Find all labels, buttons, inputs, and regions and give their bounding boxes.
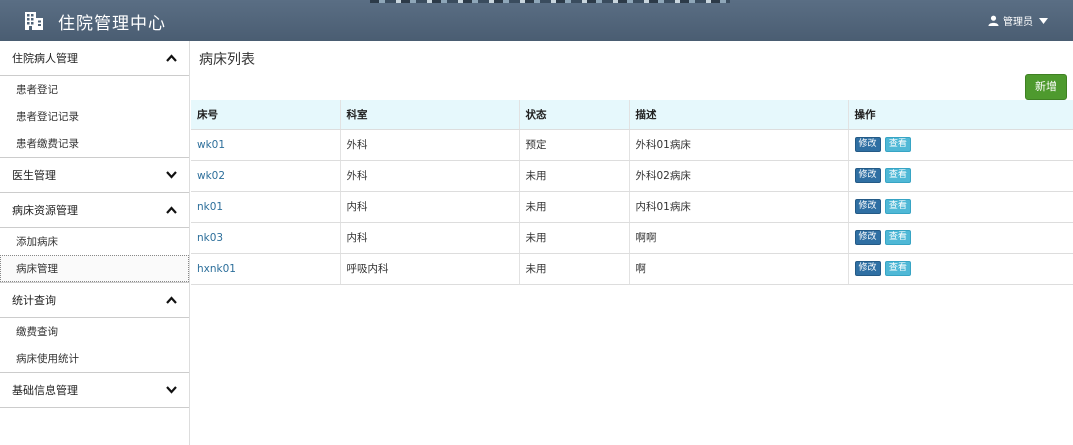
edit-button[interactable]: 修改 — [854, 199, 881, 214]
dept-cell: 外科 — [340, 159, 520, 192]
edit-button[interactable]: 修改 — [854, 168, 881, 183]
sidebar-group-statistics[interactable]: 统计查询 — [0, 283, 189, 318]
view-button[interactable]: 查看 — [884, 261, 911, 276]
sidebar-item-payment-records[interactable]: 患者缴费记录 — [0, 130, 189, 157]
sidebar-item-register-records[interactable]: 患者登记记录 — [0, 103, 189, 130]
status-cell: 未用 — [519, 190, 630, 223]
sidebar-item-label: 患者缴费记录 — [16, 138, 79, 150]
sidebar-item-label: 缴费查询 — [16, 326, 58, 338]
view-button[interactable]: 查看 — [884, 230, 911, 245]
dept-cell: 呼吸内科 — [340, 252, 520, 285]
column-header-dept: 科室 — [340, 100, 520, 130]
sidebar-item-label: 患者登记 — [16, 84, 58, 96]
bed-no-link[interactable]: nk03 — [191, 221, 341, 254]
column-header-bed-no: 床号 — [191, 100, 341, 130]
sidebar-item-patient-register[interactable]: 患者登记 — [0, 76, 189, 103]
status-cell: 未用 — [519, 221, 630, 254]
building-icon — [25, 12, 43, 30]
sidebar-group-label: 病床资源管理 — [12, 204, 78, 217]
edit-button[interactable]: 修改 — [854, 261, 881, 276]
table-row: wk02 外科 未用 外科02病床 修改 查看 — [191, 159, 1073, 192]
column-header-status: 状态 — [519, 100, 630, 130]
dept-cell: 内科 — [340, 190, 520, 223]
description-cell: 外科01病床 — [629, 128, 849, 161]
description-cell: 外科02病床 — [629, 159, 849, 192]
actions-cell: 修改 查看 — [848, 159, 1073, 192]
main-content: 病床列表 新增 床号 科室 状态 描述 操作 wk01 外科 预定 外科01病床… — [191, 41, 1073, 445]
chevron-down-icon — [166, 386, 177, 394]
description-cell: 啊啊 — [629, 221, 849, 254]
description-cell: 内科01病床 — [629, 190, 849, 223]
sidebar-item-label: 添加病床 — [16, 236, 58, 248]
sidebar-group-patient[interactable]: 住院病人管理 — [0, 41, 189, 76]
dept-cell: 外科 — [340, 128, 520, 161]
app-title: 住院管理中心 — [58, 13, 166, 34]
sidebar-item-bed-usage-stats[interactable]: 病床使用统计 — [0, 345, 189, 372]
actions-cell: 修改 查看 — [848, 252, 1073, 285]
sidebar-group-basic-info[interactable]: 基础信息管理 — [0, 373, 189, 408]
description-cell: 啊 — [629, 252, 849, 285]
bed-table: 床号 科室 状态 描述 操作 wk01 外科 预定 外科01病床 修改 查看 w… — [191, 100, 1073, 285]
sidebar-group-label: 医生管理 — [12, 169, 56, 182]
sidebar-item-add-bed[interactable]: 添加病床 — [0, 228, 189, 255]
sidebar-group-label: 住院病人管理 — [12, 52, 78, 65]
add-bed-button[interactable]: 新增 — [1025, 74, 1067, 100]
actions-cell: 修改 查看 — [848, 190, 1073, 223]
chevron-up-icon — [166, 296, 177, 304]
top-header: 住院管理中心 管理员 — [0, 0, 1073, 41]
bed-no-link[interactable]: wk01 — [191, 128, 341, 161]
view-button[interactable]: 查看 — [884, 137, 911, 152]
sidebar-group-items: 添加病床 病床管理 — [0, 228, 189, 283]
column-header-actions: 操作 — [848, 100, 1073, 130]
edit-button[interactable]: 修改 — [854, 137, 881, 152]
status-cell: 未用 — [519, 252, 630, 285]
chevron-down-icon — [166, 171, 177, 179]
table-row: nk03 内科 未用 啊啊 修改 查看 — [191, 221, 1073, 254]
sidebar-item-payment-query[interactable]: 缴费查询 — [0, 318, 189, 345]
sidebar-group-label: 基础信息管理 — [12, 384, 78, 397]
chevron-up-icon — [166, 54, 177, 62]
sidebar-group-label: 统计查询 — [12, 294, 56, 307]
caret-down-icon — [1039, 17, 1048, 24]
table-row: nk01 内科 未用 内科01病床 修改 查看 — [191, 190, 1073, 223]
bed-no-link[interactable]: wk02 — [191, 159, 341, 192]
sidebar: 住院病人管理 患者登记 患者登记记录 患者缴费记录 医生管理 病床资源管理 添加… — [0, 41, 190, 445]
table-row: wk01 外科 预定 外科01病床 修改 查看 — [191, 128, 1073, 161]
actions-cell: 修改 查看 — [848, 221, 1073, 254]
bed-no-link[interactable]: nk01 — [191, 190, 341, 223]
user-menu[interactable]: 管理员 — [988, 13, 1048, 28]
sidebar-item-label: 患者登记记录 — [16, 111, 79, 123]
sidebar-item-bed-management[interactable]: 病床管理 — [0, 255, 189, 282]
table-header-row: 床号 科室 状态 描述 操作 — [191, 100, 1073, 130]
sidebar-group-bed-resources[interactable]: 病床资源管理 — [0, 193, 189, 228]
actions-cell: 修改 查看 — [848, 128, 1073, 161]
sidebar-group-doctor[interactable]: 医生管理 — [0, 158, 189, 193]
dept-cell: 内科 — [340, 221, 520, 254]
column-header-description: 描述 — [629, 100, 849, 130]
sidebar-group-items: 缴费查询 病床使用统计 — [0, 318, 189, 373]
edit-button[interactable]: 修改 — [854, 230, 881, 245]
view-button[interactable]: 查看 — [884, 199, 911, 214]
sidebar-item-label: 病床使用统计 — [16, 353, 79, 365]
table-row: hxnk01 呼吸内科 未用 啊 修改 查看 — [191, 252, 1073, 285]
user-name: 管理员 — [1003, 17, 1033, 28]
sidebar-group-items: 患者登记 患者登记记录 患者缴费记录 — [0, 76, 189, 158]
status-cell: 未用 — [519, 159, 630, 192]
page-title: 病床列表 — [199, 52, 255, 68]
brand: 住院管理中心 — [24, 9, 166, 34]
sidebar-item-label: 病床管理 — [16, 263, 58, 275]
status-cell: 预定 — [519, 128, 630, 161]
chevron-up-icon — [166, 206, 177, 214]
bed-no-link[interactable]: hxnk01 — [191, 252, 341, 285]
view-button[interactable]: 查看 — [884, 168, 911, 183]
header-decoration — [370, 0, 730, 3]
user-icon — [988, 15, 999, 26]
